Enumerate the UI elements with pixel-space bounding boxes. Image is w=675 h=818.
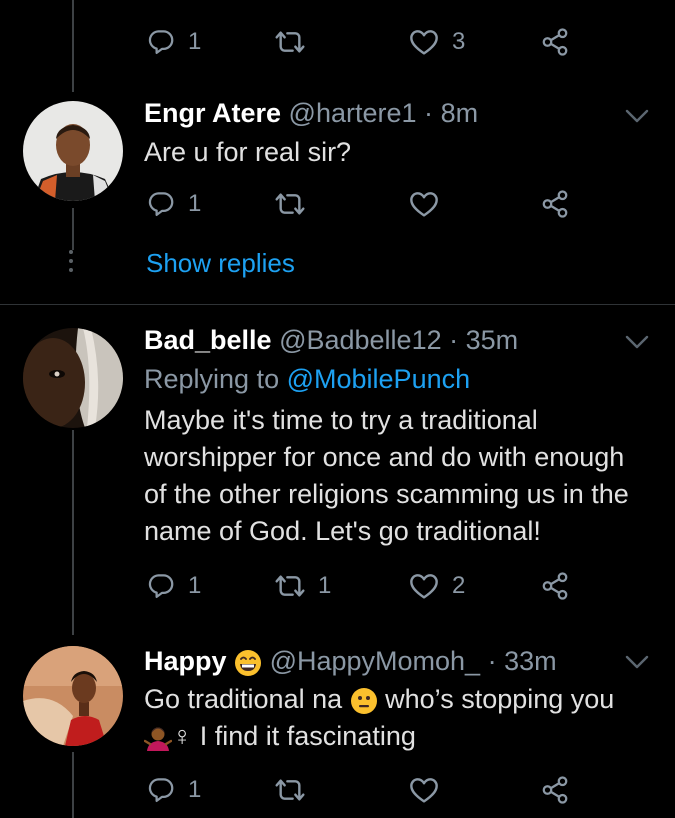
tweet-text: Are u for real sir? <box>144 137 352 167</box>
user-handle[interactable]: @hartere1 <box>289 98 417 128</box>
show-replies-link[interactable]: Show replies <box>146 248 295 279</box>
share-button[interactable] <box>540 26 570 58</box>
user-handle[interactable]: @Badbelle12 <box>279 325 442 355</box>
tweet-text: Go traditional na who’s stopping you ♀ I… <box>144 681 654 755</box>
mention-link[interactable]: @MobilePunch <box>287 364 471 394</box>
like-button[interactable] <box>408 188 440 220</box>
timestamp: 33m <box>504 646 557 676</box>
retweet-button[interactable] <box>274 26 306 58</box>
tweet-text: Maybe it's time to try a traditional wor… <box>144 405 629 546</box>
retweet-icon <box>274 188 306 220</box>
tweet-text-part: who’s stopping you <box>385 684 615 714</box>
chevron-down-icon[interactable] <box>624 652 650 672</box>
user-handle[interactable]: @HappyMomoh_ <box>270 646 481 676</box>
display-name[interactable]: Bad_belle <box>144 325 272 355</box>
neutral-face-icon <box>350 687 377 714</box>
display-name[interactable]: Engr Atere <box>144 98 281 128</box>
thread-line-badbelle <box>72 430 74 635</box>
reply-icon <box>146 775 176 805</box>
like-button[interactable]: 3 <box>408 26 465 58</box>
replying-to-label: Replying to <box>144 364 280 394</box>
display-name[interactable]: Happy <box>144 646 227 676</box>
like-count: 2 <box>452 572 466 599</box>
tweet-header: Bad_belle @Badbelle12 · 35m <box>144 324 518 356</box>
thread-line-engr <box>72 208 74 250</box>
reply-button[interactable]: 1 <box>146 188 201 220</box>
reply-count: 1 <box>188 776 202 803</box>
reply-icon <box>146 189 176 219</box>
replying-to: Replying to @MobilePunch <box>144 363 470 395</box>
retweet-button[interactable] <box>274 774 306 806</box>
avatar-photo <box>23 101 123 201</box>
retweet-icon <box>274 570 306 602</box>
separator-dot: · <box>487 646 497 676</box>
separator-dot: · <box>449 325 459 355</box>
avatar[interactable] <box>23 328 123 428</box>
retweet-button[interactable]: 1 <box>274 570 331 602</box>
avatar[interactable] <box>23 646 123 746</box>
person-shrugging-icon <box>144 727 172 751</box>
avatar-photo <box>23 646 123 746</box>
reply-button[interactable]: 1 <box>146 26 201 58</box>
divider <box>0 304 675 305</box>
thread-line-happy <box>72 752 74 818</box>
share-icon <box>540 571 570 601</box>
tweet-header: Happy @HappyMomoh_ · 33m <box>144 645 557 677</box>
tweet-text-part: Go traditional na <box>144 684 343 714</box>
heart-icon <box>408 570 440 602</box>
share-button[interactable] <box>540 774 570 806</box>
avatar[interactable] <box>23 101 123 201</box>
share-button[interactable] <box>540 570 570 602</box>
share-icon <box>540 775 570 805</box>
timestamp: 35m <box>465 325 519 355</box>
retweet-button[interactable] <box>274 188 306 220</box>
retweet-icon <box>274 774 306 806</box>
grinning-face-icon <box>235 649 262 676</box>
thread-line-top <box>72 0 74 92</box>
avatar-photo <box>23 328 123 428</box>
heart-icon <box>408 26 440 58</box>
tweet-action-row: 1 <box>144 188 584 220</box>
reply-icon <box>146 571 176 601</box>
like-count: 3 <box>452 28 466 55</box>
reply-count: 1 <box>188 572 202 599</box>
reply-count: 1 <box>188 28 202 55</box>
timestamp: 8m <box>440 98 479 128</box>
tweet-text-part: ♀ I find it fascinating <box>172 721 416 751</box>
more-replies-dots <box>69 250 73 277</box>
reply-count: 1 <box>188 190 202 217</box>
heart-icon <box>408 774 440 806</box>
tweet-action-row: 1 <box>144 774 584 806</box>
share-icon <box>540 27 570 57</box>
tweet-action-row: 1 1 2 <box>144 570 584 602</box>
separator-dot: · <box>424 98 434 128</box>
retweet-count: 1 <box>318 572 332 599</box>
like-button[interactable] <box>408 774 440 806</box>
share-icon <box>540 189 570 219</box>
reply-icon <box>146 27 176 57</box>
chevron-down-icon[interactable] <box>624 106 650 126</box>
reply-button[interactable]: 1 <box>146 570 201 602</box>
like-button[interactable]: 2 <box>408 570 465 602</box>
reply-button[interactable]: 1 <box>146 774 201 806</box>
tweet-header: Engr Atere @hartere1 · 8m <box>144 97 478 129</box>
retweet-icon <box>274 26 306 58</box>
chevron-down-icon[interactable] <box>624 332 650 352</box>
top-action-row: 1 3 <box>144 26 584 58</box>
share-button[interactable] <box>540 188 570 220</box>
heart-icon <box>408 188 440 220</box>
